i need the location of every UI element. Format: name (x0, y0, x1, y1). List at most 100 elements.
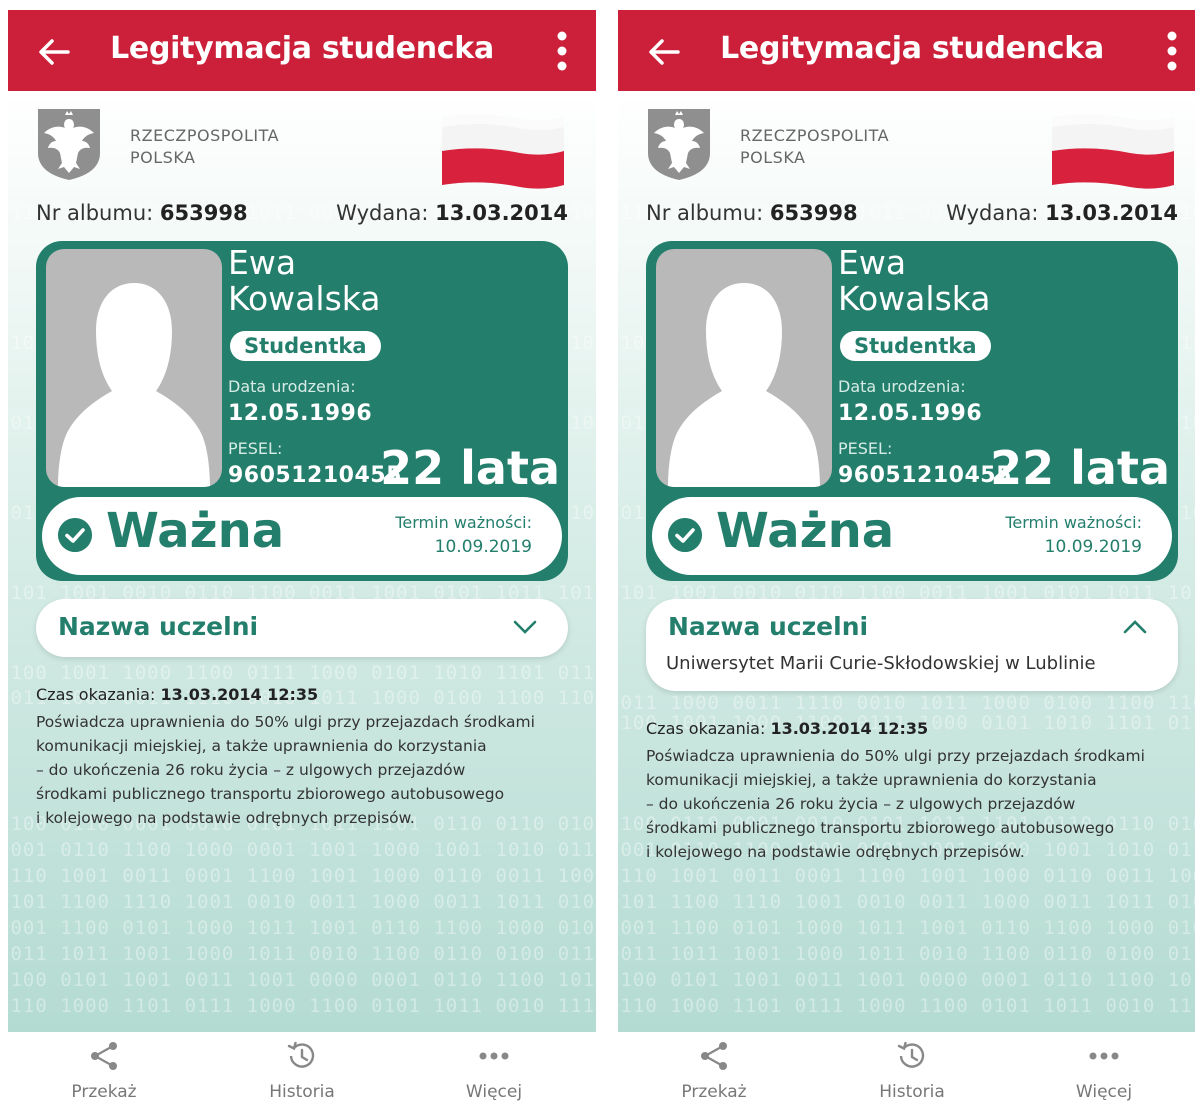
nav-more[interactable]: Więcej (1044, 1040, 1164, 1102)
avatar (46, 249, 222, 487)
expiry-label: Termin ważności: (1005, 513, 1142, 532)
kebab-menu-icon[interactable] (552, 30, 572, 72)
issued-value: 13.03.2014 (1045, 201, 1178, 225)
validity-box: Ważna Termin ważności: 10.09.2019 (42, 497, 562, 575)
description-line: komunikacji miejskiej, a także uprawnien… (36, 737, 487, 755)
presentation-time-value: 13.03.2014 12:35 (160, 685, 319, 704)
more-dots-icon (1089, 1052, 1119, 1060)
expiry-date: 10.09.2019 (1044, 537, 1142, 557)
pesel-value: 96051210455 (838, 463, 1012, 488)
pesel-label: PESEL: (838, 439, 893, 458)
entitlement-description: Poświadcza uprawnienia do 50% ulgi przy … (646, 744, 1186, 864)
role-badge: Studentka (230, 331, 381, 361)
description-line: Poświadcza uprawnienia do 50% ulgi przy … (36, 713, 535, 731)
issued-label: Wydana: (946, 201, 1039, 225)
polish-eagle-emblem (38, 109, 100, 180)
page-title: Legitymacja studencka (720, 31, 1104, 66)
last-name: Kowalska (228, 279, 381, 318)
entitlement-description: Poświadcza uprawnienia do 50% ulgi przy … (36, 710, 576, 830)
nav-history[interactable]: Historia (242, 1040, 362, 1102)
album-number: Nr albumu: 653998 (36, 201, 248, 225)
student-card: Ewa Kowalska Studentka Data urodzenia: 1… (36, 241, 568, 581)
university-dropdown[interactable]: Nazwa uczelni Uniwersytet Marii Curie-Sk… (646, 599, 1178, 691)
birth-date-value: 12.05.1996 (838, 401, 983, 426)
bottom-nav: Przekaż Historia Więcej (618, 1032, 1195, 1102)
presentation-time: Czas okazania: 13.03.2014 12:35 (646, 719, 1186, 738)
description-line: i kolejowego na podstawie odrębnych prze… (646, 843, 1025, 861)
age-value: 22 lata (990, 441, 1170, 495)
description-line: Poświadcza uprawnienia do 50% ulgi przy … (646, 747, 1145, 765)
nav-share-label: Przekaż (681, 1082, 747, 1102)
validity-status: Ważna (716, 503, 895, 559)
university-dropdown[interactable]: Nazwa uczelni (36, 599, 568, 657)
description-line: – do ukończenia 26 roku życia – z ulgowy… (36, 761, 466, 779)
student-name: Ewa Kowalska (838, 245, 991, 317)
birth-date-label: Data urodzenia: (228, 377, 356, 396)
last-name: Kowalska (838, 279, 991, 318)
bottom-nav: Przekaż Historia Więcej (8, 1032, 596, 1102)
screen-collapsed: Legitymacja studencka 0110 1001 1100 010… (8, 10, 596, 1102)
check-circle-icon (668, 518, 702, 552)
avatar-silhouette (668, 283, 820, 487)
nav-share[interactable]: Przekaż (44, 1040, 164, 1102)
id-content: 0110 1001 1100 0101 1011 0010 1101 0011 … (618, 91, 1195, 1032)
chevron-up-icon[interactable] (1122, 619, 1148, 635)
first-name: Ewa (838, 243, 907, 282)
presentation-time-label: Czas okazania: (646, 719, 766, 738)
history-icon (897, 1041, 925, 1068)
description-line: środkami publicznego transportu zbiorowe… (36, 785, 505, 803)
description-line: środkami publicznego transportu zbiorowe… (646, 819, 1115, 837)
polish-flag (1052, 114, 1174, 189)
nav-history[interactable]: Historia (852, 1040, 972, 1102)
country-name: RZECZPOSPOLITA POLSKA (130, 125, 279, 169)
check-circle-icon (58, 518, 92, 552)
more-dots-icon (479, 1052, 509, 1060)
description-line: – do ukończenia 26 roku życia – z ulgowy… (646, 795, 1076, 813)
kebab-menu-icon[interactable] (1162, 30, 1182, 72)
nav-share-label: Przekaż (71, 1082, 137, 1102)
share-icon (701, 1042, 727, 1070)
nav-more-label: Więcej (1075, 1082, 1133, 1102)
country-line-2: POLSKA (130, 148, 196, 167)
avatar-silhouette (58, 283, 210, 487)
album-value: 653998 (159, 201, 248, 225)
binary-background: 1100 1001 1000 1100 0111 1000 0101 1010 … (8, 662, 596, 684)
id-meta-row: Nr albumu: 653998 Wydana: 13.03.2014 (36, 201, 568, 231)
country-name: RZECZPOSPOLITA POLSKA (740, 125, 889, 169)
nav-share[interactable]: Przekaż (654, 1040, 774, 1102)
id-content: 0110 1001 1100 0101 1011 0010 1101 0011 … (8, 91, 596, 1032)
presentation-time: Czas okazania: 13.03.2014 12:35 (36, 685, 576, 704)
chevron-down-icon[interactable] (512, 619, 538, 635)
student-card: Ewa Kowalska Studentka Data urodzenia: 1… (646, 241, 1178, 581)
university-name: Uniwersytet Marii Curie-Skłodowskiej w L… (666, 653, 1096, 674)
birth-date-value: 12.05.1996 (228, 401, 373, 426)
share-icon (91, 1042, 117, 1070)
avatar (656, 249, 832, 487)
presentation-time-value: 13.03.2014 12:35 (770, 719, 929, 738)
binary-background: 1100 0110 0001 0010 0101 1011 1101 0110 … (8, 813, 596, 1017)
expiry-label: Termin ważności: (395, 513, 532, 532)
app-bar: Legitymacja studencka (618, 10, 1195, 91)
validity-box: Ważna Termin ważności: 10.09.2019 (652, 497, 1172, 575)
album-value: 653998 (769, 201, 858, 225)
nav-history-label: Historia (269, 1082, 335, 1102)
history-icon (287, 1041, 315, 1068)
page-title: Legitymacja studencka (110, 31, 494, 66)
album-number: Nr albumu: 653998 (646, 201, 858, 225)
presentation-time-label: Czas okazania: (36, 685, 156, 704)
pesel-value: 96051210455 (228, 463, 402, 488)
description-line: komunikacji miejskiej, a także uprawnien… (646, 771, 1097, 789)
app-bar: Legitymacja studencka (8, 10, 596, 91)
validity-status: Ważna (106, 503, 285, 559)
binary-background: 0011 1000 0011 1110 0010 1011 1000 0100 … (618, 692, 1195, 714)
id-meta-row: Nr albumu: 653998 Wydana: 13.03.2014 (646, 201, 1178, 231)
expiry-date: 10.09.2019 (434, 537, 532, 557)
country-line-1: RZECZPOSPOLITA (130, 126, 280, 145)
nav-more[interactable]: Więcej (434, 1040, 554, 1102)
issue-date: Wydana: 13.03.2014 (336, 201, 568, 225)
country-line-2: POLSKA (740, 148, 806, 167)
university-label: Nazwa uczelni (58, 612, 259, 641)
presentation-info: Czas okazania: 13.03.2014 12:35 Poświadc… (646, 719, 1186, 864)
description-line: i kolejowego na podstawie odrębnych prze… (36, 809, 415, 827)
issued-label: Wydana: (336, 201, 429, 225)
